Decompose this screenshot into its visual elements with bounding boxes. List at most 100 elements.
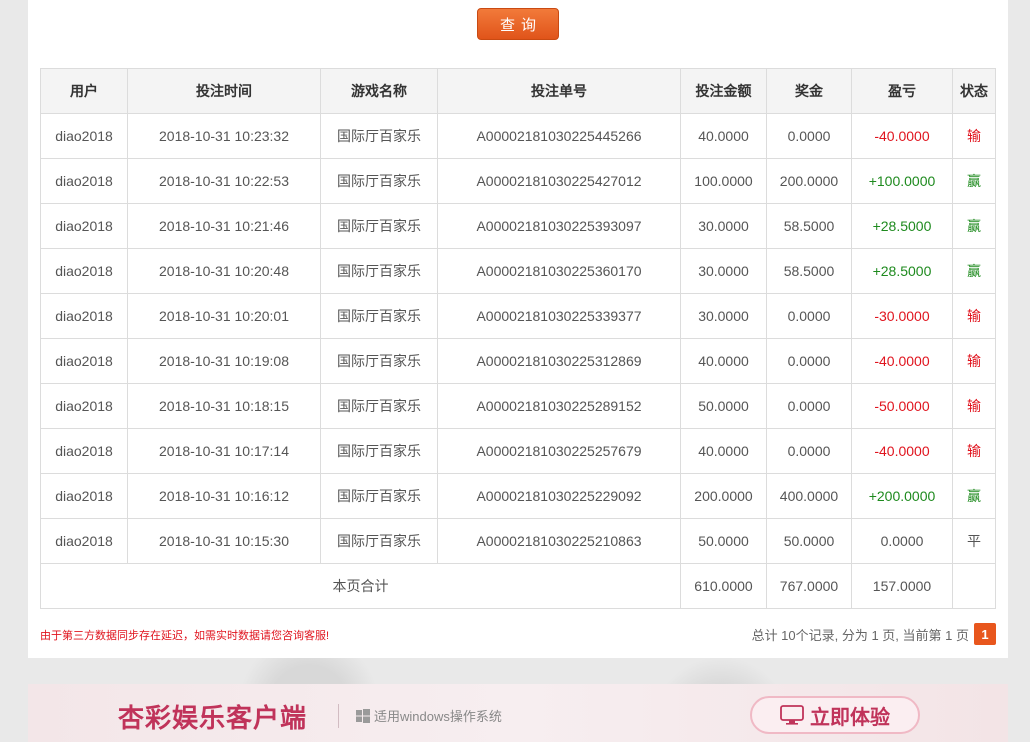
windows-logo-icon (356, 708, 370, 723)
cell-bet-amount: 200.0000 (680, 473, 767, 519)
cell-game-name: 国际厅百家乐 (320, 158, 438, 204)
total-bonus: 767.0000 (766, 563, 852, 609)
cell-bet-amount: 50.0000 (680, 383, 767, 429)
cell-bonus: 0.0000 (766, 338, 852, 384)
cell-game-name: 国际厅百家乐 (320, 293, 438, 339)
total-profit: 157.0000 (851, 563, 953, 609)
cell-status: 平 (952, 518, 996, 564)
client-download-banner: 杏彩娱乐客户端 适用windows操作系统 立即体验 (28, 684, 1008, 742)
cell-order-number: A00002181030225445266 (437, 113, 681, 159)
pagination-summary: 总计 10个记录, 分为 1 页, 当前第 1 页 (751, 627, 969, 643)
cell-order-number: A00002181030225339377 (437, 293, 681, 339)
header-bet-amount: 投注金额 (680, 68, 767, 114)
cell-order-number: A00002181030225427012 (437, 158, 681, 204)
header-bet-order-number: 投注单号 (437, 68, 681, 114)
header-status: 状态 (952, 68, 996, 114)
cell-status: 赢 (952, 473, 996, 519)
header-bonus: 奖金 (766, 68, 852, 114)
cell-profit-loss: 0.0000 (851, 518, 953, 564)
cell-status: 输 (952, 428, 996, 474)
cell-bet-time: 2018-10-31 10:18:15 (127, 383, 321, 429)
table-row: diao2018 2018-10-31 10:23:32 国际厅百家乐 A000021… (40, 113, 996, 159)
cell-game-name: 国际厅百家乐 (320, 428, 438, 474)
header-bet-time: 投注时间 (127, 68, 321, 114)
cell-order-number: A00002181030225229092 (437, 473, 681, 519)
cell-user: diao2018 (40, 248, 128, 294)
table-row: diao2018 2018-10-31 10:21:46 国际厅百家乐 A000021… (40, 203, 996, 249)
cell-bonus: 0.0000 (766, 293, 852, 339)
cell-profit-loss: +28.5000 (851, 203, 953, 249)
try-now-button[interactable]: 立即体验 (750, 696, 920, 734)
cell-status: 输 (952, 113, 996, 159)
table-row: diao2018 2018-10-31 10:19:08 国际厅百家乐 A000021… (40, 338, 996, 384)
cell-profit-loss: +28.5000 (851, 248, 953, 294)
cell-bonus: 400.0000 (766, 473, 852, 519)
cell-order-number: A00002181030225360170 (437, 248, 681, 294)
cell-bet-time: 2018-10-31 10:15:30 (127, 518, 321, 564)
table-row: diao2018 2018-10-31 10:18:15 国际厅百家乐 A000021… (40, 383, 996, 429)
bet-records-table: 用户 投注时间 游戏名称 投注单号 投注金额 奖金 盈亏 状态 diao2018… (40, 68, 996, 609)
cell-game-name: 国际厅百家乐 (320, 248, 438, 294)
cell-order-number: A00002181030225257679 (437, 428, 681, 474)
cell-order-number: A00002181030225393097 (437, 203, 681, 249)
cell-order-number: A00002181030225312869 (437, 338, 681, 384)
cell-game-name: 国际厅百家乐 (320, 518, 438, 564)
cell-game-name: 国际厅百家乐 (320, 203, 438, 249)
total-label: 本页合计 (40, 563, 681, 609)
cell-profit-loss: -30.0000 (851, 293, 953, 339)
cell-bonus: 50.0000 (766, 518, 852, 564)
cell-bonus: 58.5000 (766, 248, 852, 294)
cell-user: diao2018 (40, 113, 128, 159)
cell-bet-time: 2018-10-31 10:16:12 (127, 473, 321, 519)
cell-profit-loss: -40.0000 (851, 338, 953, 384)
header-user: 用户 (40, 68, 128, 114)
cell-bet-time: 2018-10-31 10:19:08 (127, 338, 321, 384)
header-profit-loss: 盈亏 (851, 68, 953, 114)
banner-divider (338, 704, 339, 728)
table-header-row: 用户 投注时间 游戏名称 投注单号 投注金额 奖金 盈亏 状态 (40, 68, 996, 114)
cell-user: diao2018 (40, 338, 128, 384)
cell-profit-loss: -50.0000 (851, 383, 953, 429)
cell-bonus: 58.5000 (766, 203, 852, 249)
cell-bet-amount: 50.0000 (680, 518, 767, 564)
banner-os-info: 适用windows操作系统 (356, 706, 502, 725)
cell-order-number: A00002181030225289152 (437, 383, 681, 429)
cell-status: 输 (952, 338, 996, 384)
cell-game-name: 国际厅百家乐 (320, 113, 438, 159)
cell-user: diao2018 (40, 383, 128, 429)
table-row: diao2018 2018-10-31 10:17:14 国际厅百家乐 A000021… (40, 428, 996, 474)
banner-title: 杏彩娱乐客户端 (118, 703, 308, 733)
cell-bet-time: 2018-10-31 10:17:14 (127, 428, 321, 474)
cell-bonus: 200.0000 (766, 158, 852, 204)
cell-user: diao2018 (40, 158, 128, 204)
cell-user: diao2018 (40, 473, 128, 519)
cell-bet-amount: 40.0000 (680, 113, 767, 159)
query-button[interactable]: 查询 (477, 8, 559, 40)
banner-os-text: 适用windows操作系统 (374, 709, 502, 724)
cell-status: 输 (952, 383, 996, 429)
cell-status: 赢 (952, 248, 996, 294)
table-row: diao2018 2018-10-31 10:20:01 国际厅百家乐 A000021… (40, 293, 996, 339)
cell-bonus: 0.0000 (766, 113, 852, 159)
cell-bet-amount: 30.0000 (680, 248, 767, 294)
cell-bet-time: 2018-10-31 10:20:01 (127, 293, 321, 339)
cell-game-name: 国际厅百家乐 (320, 383, 438, 429)
cell-bet-time: 2018-10-31 10:23:32 (127, 113, 321, 159)
cell-game-name: 国际厅百家乐 (320, 338, 438, 384)
cell-profit-loss: -40.0000 (851, 428, 953, 474)
cell-user: diao2018 (40, 428, 128, 474)
cell-bet-amount: 40.0000 (680, 338, 767, 384)
cell-bonus: 0.0000 (766, 383, 852, 429)
cell-bet-time: 2018-10-31 10:22:53 (127, 158, 321, 204)
cell-bet-amount: 40.0000 (680, 428, 767, 474)
header-game-name: 游戏名称 (320, 68, 438, 114)
page-button-current[interactable]: 1 (974, 623, 996, 645)
cell-bonus: 0.0000 (766, 428, 852, 474)
table-row: diao2018 2018-10-31 10:20:48 国际厅百家乐 A000021… (40, 248, 996, 294)
cell-bet-time: 2018-10-31 10:20:48 (127, 248, 321, 294)
cell-profit-loss: +100.0000 (851, 158, 953, 204)
table-row: diao2018 2018-10-31 10:22:53 国际厅百家乐 A000021… (40, 158, 996, 204)
table-total-row: 本页合计 610.0000 767.0000 157.0000 (40, 563, 996, 609)
cell-game-name: 国际厅百家乐 (320, 473, 438, 519)
cell-profit-loss: +200.0000 (851, 473, 953, 519)
